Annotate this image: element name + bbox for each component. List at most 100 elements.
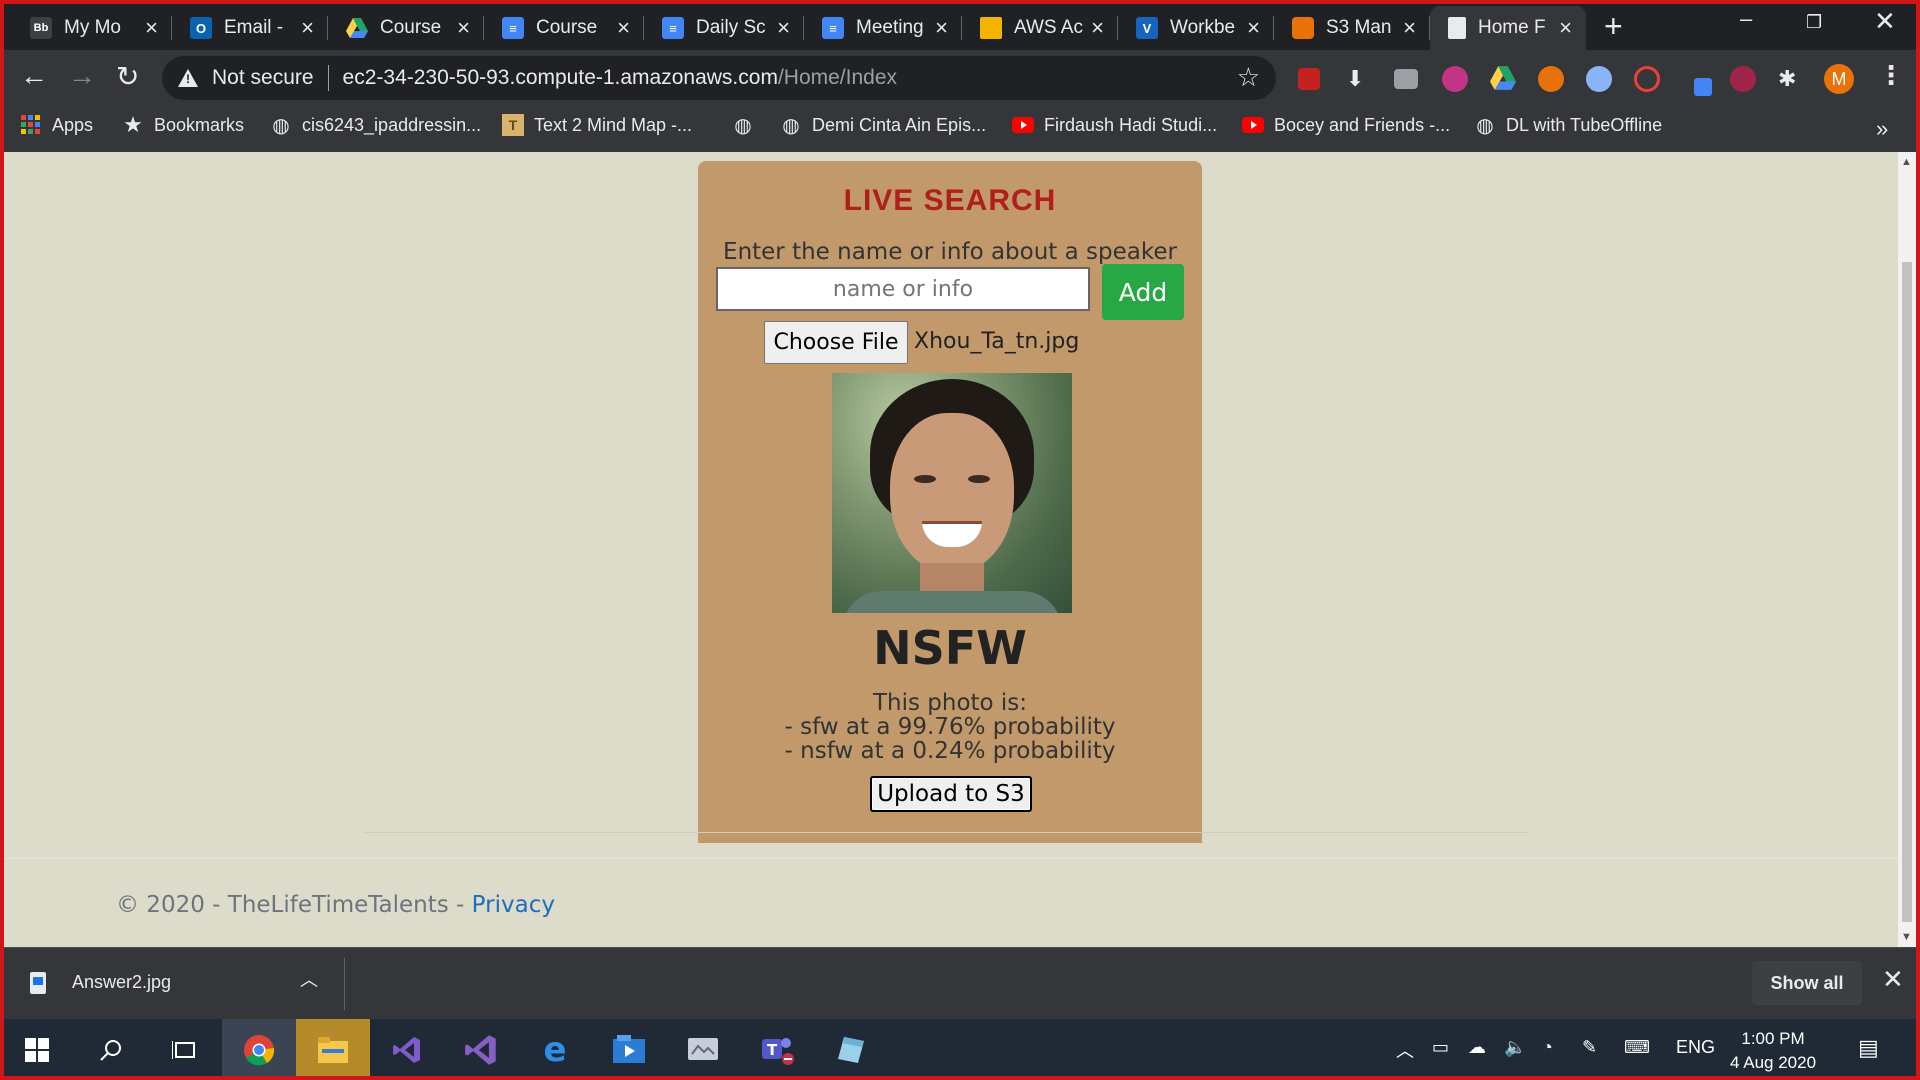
google-drive-extension-icon[interactable] [1490,66,1516,92]
tab-course-docs[interactable]: ≡ Course × [484,6,644,50]
menu-kebab-icon[interactable]: ⋮ [1878,60,1904,91]
wifi-icon[interactable]: ◔ [1542,1037,1553,1058]
pen-extension-icon[interactable] [1694,78,1712,96]
apps-grid-icon [20,114,42,136]
page-scrollbar[interactable]: ▲ ▼ [1898,152,1916,947]
bookmark-label: Demi Cinta Ain Epis... [812,114,987,135]
minimize-icon[interactable]: – [1740,6,1752,32]
notepad-icon[interactable] [814,1019,888,1080]
tab-title: Home F [1478,17,1546,38]
task-view-icon[interactable] [148,1019,222,1080]
close-icon[interactable]: × [1091,15,1104,41]
edge-icon[interactable]: e [518,1019,592,1080]
add-button[interactable]: Add [1102,264,1184,320]
scroll-down-icon[interactable]: ▼ [1901,931,1912,943]
tab-meeting[interactable]: ≡ Meeting × [804,6,962,50]
security-label[interactable]: Not secure [212,66,314,90]
close-icon[interactable]: × [301,15,314,41]
battery-icon[interactable]: ▭ [1432,1037,1449,1058]
visual-studio-code-icon[interactable] [370,1019,444,1080]
start-icon[interactable] [0,1019,74,1080]
privacy-link[interactable]: Privacy [472,892,555,918]
scroll-up-icon[interactable]: ▲ [1901,156,1912,168]
close-icon[interactable]: × [935,15,948,41]
back-icon[interactable]: ← [20,60,48,92]
download-extension-icon[interactable]: ⬇ [1346,66,1372,92]
address-bar[interactable]: Not secure ec2-34-230-50-93.compute-1.am… [162,56,1276,100]
forward-icon[interactable]: → [68,60,96,92]
bookmark-text2mindmap[interactable]: T Text 2 Mind Map -... [502,114,692,136]
download-manager-extension-icon[interactable] [1730,66,1756,92]
tab-workbench[interactable]: V Workbe × [1118,6,1274,50]
close-download-bar-icon[interactable]: ✕ [1882,964,1904,995]
bookmark-demi-cinta[interactable]: ◍ Demi Cinta Ain Epis... [780,114,987,137]
media-player-icon[interactable] [592,1019,666,1080]
instagram-extension-icon[interactable] [1442,66,1468,92]
bookmark-star-icon[interactable]: ☆ [1237,62,1260,93]
search-icon[interactable] [74,1019,148,1080]
close-icon[interactable]: × [457,15,470,41]
touch-keyboard-icon[interactable]: ⌨ [1624,1037,1650,1058]
volume-icon[interactable]: 🔈 [1504,1037,1526,1058]
warning-icon [178,69,198,87]
tab-email[interactable]: O Email - × [172,6,328,50]
footer-divider [4,858,1898,859]
photos-icon[interactable] [666,1019,740,1080]
reload-icon[interactable]: ↻ [116,60,139,93]
new-tab-icon[interactable]: + [1604,8,1623,45]
chrome-icon[interactable] [222,1019,296,1080]
tab-course-drive[interactable]: Course × [328,6,484,50]
download-item-name[interactable]: Answer2.jpg [72,972,171,993]
close-icon[interactable]: × [145,15,158,41]
show-all-downloads-button[interactable]: Show all [1752,961,1862,1005]
pocket-extension-icon[interactable] [1298,68,1320,90]
close-icon[interactable]: × [1403,15,1416,41]
bookmark-globe[interactable]: ◍ [732,114,764,137]
choose-file-button[interactable]: Choose File [764,321,908,364]
language-indicator[interactable]: ENG [1676,1037,1715,1058]
bookmark-cis6243[interactable]: ◍ cis6243_ipaddressin... [270,114,482,137]
chevron-up-icon[interactable]: ︿ [300,966,318,992]
bookmark-firdaush[interactable]: Firdaush Hadi Studi... [1012,114,1217,136]
bookmark-bocey[interactable]: Bocey and Friends -... [1242,114,1450,136]
visual-studio-icon[interactable] [444,1019,518,1080]
onedrive-icon[interactable]: ☁ [1468,1037,1486,1058]
chevron-up-tray-icon[interactable]: ︿ [1396,1037,1414,1063]
red-swirl-extension-icon[interactable] [1634,66,1660,92]
tab-home-active[interactable]: Home F × [1430,6,1586,50]
upload-to-s3-button[interactable]: Upload to S3 [870,776,1032,812]
bookmark-apps[interactable]: Apps [20,114,93,136]
system-clock[interactable]: 1:00 PM 4 Aug 2020 [1730,1027,1816,1075]
bookmark-bookmarks[interactable]: ★ Bookmarks [122,112,244,137]
tab-my-mo[interactable]: Bb My Mo × [12,6,172,50]
bookmark-tubeoffline[interactable]: ◍ DL with TubeOffline [1474,114,1662,137]
google-docs-icon: ≡ [662,17,684,39]
teams-icon[interactable]: T [740,1019,814,1080]
close-icon[interactable]: × [1247,15,1260,41]
tab-title: Workbe [1170,17,1236,38]
profile-avatar[interactable]: M [1824,64,1854,94]
copyright-text: © 2020 - TheLifeTimeTalents - [116,892,472,918]
tab-aws-account[interactable]: AWS Ac × [962,6,1118,50]
notifications-icon[interactable]: ▤ [1858,1035,1879,1061]
tab-s3-manager[interactable]: S3 Man × [1274,6,1430,50]
speaker-search-input[interactable] [716,267,1090,311]
camera-extension-icon[interactable] [1394,69,1418,89]
close-icon[interactable]: × [617,15,630,41]
orange-extension-icon[interactable] [1538,66,1564,92]
tab-title: Email - [224,17,284,38]
file-explorer-icon[interactable] [296,1019,370,1080]
close-icon[interactable]: × [777,15,790,41]
outlook-icon: O [190,17,212,39]
globe-icon: ◍ [782,114,800,137]
close-icon[interactable]: × [1559,15,1572,41]
bookmarks-overflow-icon[interactable]: » [1876,116,1888,142]
blue-extension-icon[interactable] [1586,66,1612,92]
restore-icon[interactable]: ❐ [1806,12,1822,33]
scrollbar-thumb[interactable] [1902,262,1912,922]
close-window-icon[interactable]: ✕ [1874,6,1896,37]
bookmark-label: cis6243_ipaddressin... [302,114,482,135]
puzzle-extensions-icon[interactable]: ✱ [1778,66,1804,92]
pen-workspace-icon[interactable]: ✎ [1582,1037,1597,1058]
tab-daily-sc[interactable]: ≡ Daily Sc × [644,6,804,50]
